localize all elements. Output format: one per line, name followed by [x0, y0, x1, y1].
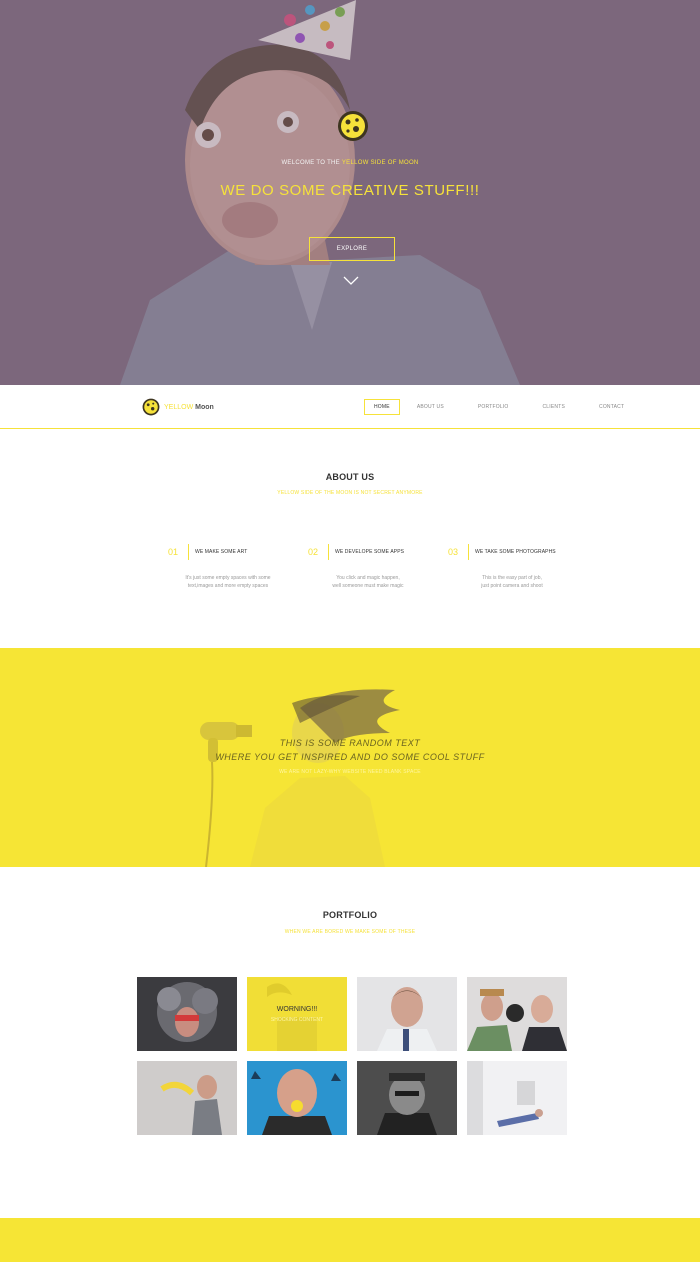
- portfolio-item[interactable]: [247, 1061, 347, 1135]
- feature-title: WE TAKE SOME PHOTOGRAPHS: [475, 549, 556, 555]
- feature-head: 01 WE MAKE SOME ART: [168, 544, 318, 560]
- portfolio-subtitle: WHEN WE ARE BORED WE MAKE SOME OF THESE: [284, 929, 416, 935]
- hero-kicker: WELCOME TO THE YELLOW SIDE OF MOON: [0, 160, 700, 166]
- brand-name: YELLOW Moon: [164, 404, 214, 411]
- portfolio-item[interactable]: [357, 977, 457, 1051]
- feature-divider: [188, 544, 189, 560]
- hero-kicker-prefix: WELCOME TO THE: [281, 160, 340, 166]
- portfolio-image: [137, 1061, 237, 1135]
- band-line-1: THIS IS SOME RANDOM TEXT: [279, 738, 421, 748]
- nav-item-clients[interactable]: CLIENTS: [534, 400, 575, 414]
- band-subtitle: WE ARE NOT LAZY-WHY WEBSITE NEED BLANK S…: [279, 769, 421, 775]
- feature-number: 01: [168, 547, 179, 557]
- portfolio-image: [247, 977, 347, 1051]
- about-title: ABOUT US: [325, 472, 375, 482]
- portfolio-image: [467, 977, 567, 1051]
- portfolio-item[interactable]: [467, 1061, 567, 1135]
- main-navbar: YELLOW Moon HOME ABOUT US PORTFOLIO CLIE…: [0, 385, 700, 429]
- portfolio-item[interactable]: [357, 1061, 457, 1135]
- hero-kicker-highlight: YELLOW SIDE OF MOON: [341, 160, 419, 166]
- feature-photographs: 03 WE TAKE SOME PHOTOGRAPHS This is the …: [448, 544, 598, 590]
- portfolio-grid: WORNING!!! SHOCKING CONTENT: [137, 977, 567, 1135]
- portfolio-image: [137, 977, 237, 1051]
- portfolio-item[interactable]: [137, 1061, 237, 1135]
- nav-item-contact[interactable]: CONTACT: [590, 400, 633, 414]
- chevron-down-icon[interactable]: [343, 276, 359, 286]
- feature-number: 02: [308, 547, 319, 557]
- nav-menu: HOME ABOUT US PORTFOLIO CLIENTS CONTACT: [364, 399, 649, 415]
- brand-logo[interactable]: YELLOW Moon: [142, 398, 214, 416]
- portfolio-item[interactable]: [137, 977, 237, 1051]
- portfolio-item[interactable]: WORNING!!! SHOCKING CONTENT: [247, 977, 347, 1051]
- feature-head: 02 WE DEVELOPE SOME APPS: [308, 544, 458, 560]
- bottom-yellow-band: [0, 1218, 700, 1262]
- portfolio-hover-subtitle: SHOCKING CONTENT: [270, 1017, 324, 1023]
- feature-head: 03 WE TAKE SOME PHOTOGRAPHS: [448, 544, 598, 560]
- feature-divider: [468, 544, 469, 560]
- about-subtitle: YELLOW SIDE OF THE MOON IS NOT SECRET AN…: [277, 490, 423, 496]
- moon-logo-icon: [338, 111, 368, 141]
- inspiration-band: THIS IS SOME RANDOM TEXT WHERE YOU GET I…: [0, 648, 700, 867]
- feature-description: This is the easy part of job, just point…: [481, 575, 543, 589]
- hero-title: WE DO SOME CREATIVE STUFF!!!: [220, 182, 480, 199]
- portfolio-image: [357, 1061, 457, 1135]
- band-line-2: WHERE YOU GET INSPIRED AND DO SOME COOL …: [215, 752, 485, 762]
- feature-divider: [328, 544, 329, 560]
- explore-button[interactable]: EXPLORE: [309, 237, 395, 261]
- brand-name-part1: YELLOW: [164, 403, 194, 411]
- hero-section: WELCOME TO THE YELLOW SIDE OF MOON WE DO…: [0, 0, 700, 385]
- portfolio-item[interactable]: [467, 977, 567, 1051]
- moon-logo-icon: [142, 398, 160, 416]
- portfolio-image: [357, 977, 457, 1051]
- brand-name-part2: Moon: [195, 403, 214, 411]
- portfolio-hover-title: WORNING!!!: [276, 1006, 318, 1013]
- portfolio-title: PORTFOLIO: [322, 910, 378, 920]
- feature-number: 03: [448, 547, 459, 557]
- feature-title: WE DEVELOPE SOME APPS: [335, 549, 405, 555]
- nav-item-about-us[interactable]: ABOUT US: [408, 400, 453, 414]
- feature-title: WE MAKE SOME ART: [195, 549, 248, 555]
- nav-item-portfolio[interactable]: PORTFOLIO: [469, 400, 518, 414]
- portfolio-image: [467, 1061, 567, 1135]
- portfolio-image: [247, 1061, 347, 1135]
- nav-item-home[interactable]: HOME: [364, 399, 400, 415]
